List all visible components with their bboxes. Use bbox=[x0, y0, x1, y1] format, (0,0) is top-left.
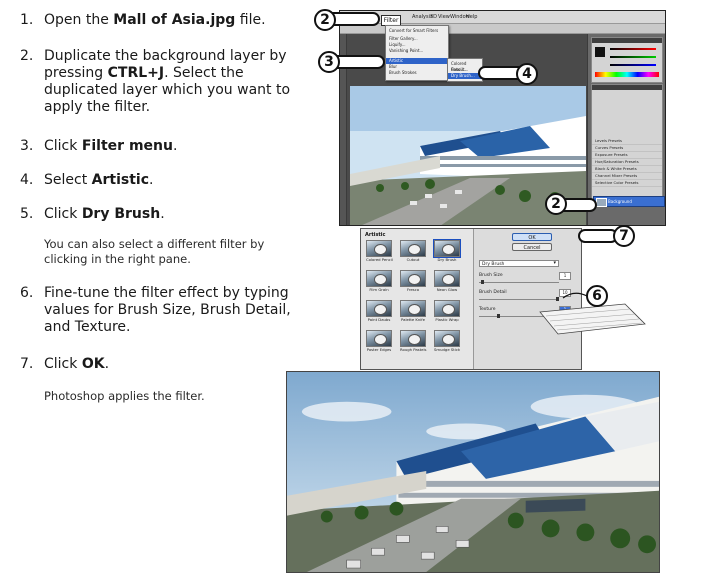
filter-thumb-fresco[interactable]: Fresco bbox=[400, 270, 426, 293]
foreground-swatch[interactable] bbox=[595, 47, 605, 57]
step-text: Fine-tune the filter effect by typing va… bbox=[44, 285, 291, 335]
filter-menu-dropdown: Convert for Smart Filters Filter Gallery… bbox=[385, 25, 449, 81]
callout-step-2-layer: 2 bbox=[545, 193, 567, 215]
step-number: 3. bbox=[20, 138, 34, 154]
filter-thumb-colored-pencil[interactable]: Colored Pencil bbox=[366, 240, 393, 263]
color-panel bbox=[591, 37, 663, 83]
submenu-item-dry-brush[interactable]: Dry Brush... bbox=[448, 73, 482, 79]
preset-item[interactable]: Channel Mixer Presets bbox=[592, 173, 662, 180]
callout-step-6: 6 bbox=[586, 285, 608, 307]
note-alt-filter: You can also select a different filter b… bbox=[44, 237, 265, 266]
filter-thumb-poster-edges[interactable]: Poster Edges bbox=[366, 330, 392, 353]
menu-item-convert-smart[interactable]: Convert for Smart Filters bbox=[389, 28, 447, 34]
brush-size-input[interactable]: 1 bbox=[559, 272, 571, 280]
callout-step-4: 4 bbox=[516, 63, 538, 85]
step-number: 7. bbox=[20, 356, 34, 372]
param-label-texture: Texture bbox=[479, 307, 496, 312]
menu-item-3d[interactable]: 3D bbox=[430, 11, 437, 23]
layer-name: Background bbox=[608, 199, 632, 204]
filter-thumb-palette-knife[interactable]: Palette Knife bbox=[400, 300, 426, 323]
step-bold: Dry Brush bbox=[81, 206, 161, 222]
preset-item[interactable]: Black & White Presets bbox=[592, 166, 662, 173]
step-bold: Mall of Asia.jpg bbox=[113, 12, 236, 28]
filter-thumb-dry-brush[interactable]: Dry Brush bbox=[433, 239, 461, 263]
callout-arrow bbox=[578, 229, 618, 243]
step-bold: Artistic bbox=[91, 172, 149, 188]
menu-item-view[interactable]: View bbox=[438, 11, 450, 23]
layer-thumbnail bbox=[596, 198, 607, 207]
filter-thumb-rough-pastels[interactable]: Rough Pastels bbox=[400, 330, 427, 353]
cancel-button[interactable]: Cancel bbox=[512, 243, 552, 251]
filtered-result-photo bbox=[286, 371, 660, 573]
preset-item[interactable]: Levels Presets bbox=[592, 138, 662, 145]
step-bold: CTRL+J bbox=[107, 65, 165, 81]
preset-item[interactable]: Curves Presets bbox=[592, 145, 662, 152]
preset-item[interactable]: Selective Color Presets bbox=[592, 180, 662, 187]
param-label-brush-detail: Brush Detail bbox=[479, 290, 507, 295]
menu-item-vanishing-point[interactable]: Vanishing Point... bbox=[389, 48, 447, 54]
filter-thumb-paint-daubs[interactable]: Paint Daubs bbox=[366, 300, 392, 323]
note-result: Photoshop applies the filter. bbox=[44, 389, 205, 403]
filter-select[interactable]: Dry Brush bbox=[479, 260, 559, 267]
ok-button[interactable]: OK bbox=[512, 233, 552, 241]
step-number: 4. bbox=[20, 172, 34, 188]
filter-thumb-neon-glow[interactable]: Neon Glow bbox=[434, 270, 460, 293]
step-text: Open the bbox=[44, 12, 114, 28]
step-bold: OK bbox=[81, 356, 105, 372]
menu-item-brush-strokes[interactable]: Brush Strokes bbox=[389, 70, 447, 76]
filter-gallery-screenshot: Artistic Colored Pencil Cutout Dry Brush… bbox=[360, 228, 582, 370]
param-label-brush-size: Brush Size bbox=[479, 273, 503, 278]
preset-item[interactable]: Hue/Saturation Presets bbox=[592, 159, 662, 166]
filter-thumbnails-pane: Artistic Colored Pencil Cutout Dry Brush… bbox=[361, 229, 474, 369]
adjustments-panel: Levels Presets Curves Presets Exposure P… bbox=[591, 84, 663, 202]
category-artistic[interactable]: Artistic bbox=[365, 232, 385, 238]
callout-step-3: 3 bbox=[318, 51, 340, 73]
step-number: 6. bbox=[20, 285, 34, 301]
filter-thumb-smudge-stick[interactable]: Smudge Stick bbox=[434, 330, 460, 353]
brush-size-slider[interactable] bbox=[479, 280, 559, 284]
preset-item[interactable]: Exposure Presets bbox=[592, 152, 662, 159]
step-number: 2. bbox=[20, 48, 34, 64]
callout-step-2-filter: 2 bbox=[314, 9, 336, 31]
pointer-line bbox=[562, 292, 588, 299]
keyboard-icon bbox=[539, 303, 646, 335]
filter-thumb-cutout[interactable]: Cutout bbox=[400, 240, 426, 263]
step-bold: Filter menu bbox=[81, 138, 173, 154]
filter-thumb-film-grain[interactable]: Film Grain bbox=[366, 270, 392, 293]
photoshop-window-screenshot: Analysis 3D View Window Help Filter Conv… bbox=[339, 10, 666, 226]
layer-row-background[interactable]: Background bbox=[593, 196, 665, 207]
step-number: 5. bbox=[20, 206, 34, 222]
menu-item-help[interactable]: Help bbox=[466, 11, 477, 23]
filter-thumb-plastic-wrap[interactable]: Plastic Wrap bbox=[434, 300, 460, 323]
callout-step-7: 7 bbox=[613, 225, 635, 247]
step-number: 1. bbox=[20, 12, 34, 28]
